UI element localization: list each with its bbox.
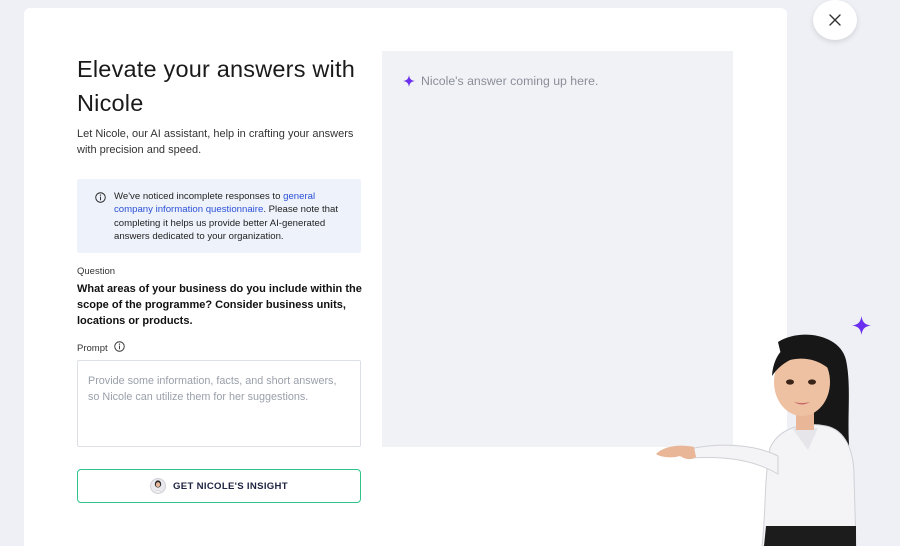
incomplete-notice: We've noticed incomplete responses to ge… [77, 179, 361, 253]
sparkle-icon [403, 75, 415, 87]
answer-placeholder: Nicole's answer coming up here. [403, 74, 598, 88]
close-button[interactable] [813, 0, 857, 40]
close-icon [829, 14, 841, 26]
page-subtitle: Let Nicole, our AI assistant, help in cr… [77, 128, 354, 156]
prompt-input[interactable] [77, 360, 361, 447]
question-text: What areas of your business do you inclu… [77, 283, 362, 327]
prompt-info-icon[interactable] [113, 341, 125, 355]
prompt-label: Prompt [77, 342, 108, 354]
prompt-label-row: Prompt [77, 341, 125, 355]
info-icon [95, 192, 106, 207]
page-title: Elevate your answers with Nicole [77, 56, 355, 116]
notice-text-before: We've noticed incomplete responses to [114, 191, 284, 202]
answer-placeholder-text: Nicole's answer coming up here. [421, 74, 599, 88]
get-insight-button[interactable]: GET NICOLE'S INSIGHT [77, 469, 361, 503]
nicole-assistant-illustration [656, 334, 857, 546]
nicole-avatar [150, 478, 167, 494]
question-label: Question [77, 266, 116, 277]
get-insight-label: GET NICOLE'S INSIGHT [173, 480, 288, 492]
